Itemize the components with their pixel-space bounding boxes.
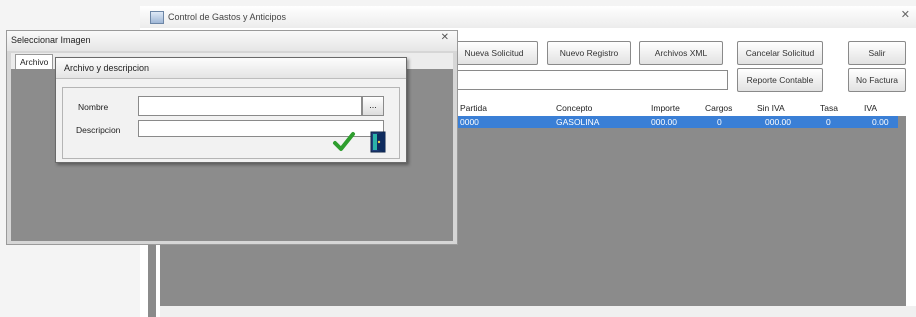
- grid-header: [458, 100, 906, 116]
- table-cell: 0: [826, 117, 831, 127]
- nueva-solicitud-button[interactable]: Nueva Solicitud: [450, 41, 538, 65]
- column-header[interactable]: Concepto: [556, 103, 593, 113]
- dialog-title-bar: Archivo y descripcion: [56, 58, 406, 79]
- table-cell: 0: [717, 117, 722, 127]
- file-description-dialog: Archivo y descripcion Nombre ... Descrip…: [55, 57, 407, 163]
- select-image-title-bar: Seleccionar Imagen ✕: [7, 31, 457, 51]
- exit-button[interactable]: [368, 130, 390, 154]
- no-factura-button[interactable]: No Factura: [848, 68, 906, 92]
- archivos-xml-button[interactable]: Archivos XML: [639, 41, 723, 65]
- reporte-contable-button[interactable]: Reporte Contable: [737, 68, 823, 92]
- column-header[interactable]: IVA: [864, 103, 878, 113]
- app-icon: [150, 11, 164, 24]
- main-title: Control de Gastos y Anticipos: [168, 12, 287, 22]
- nombre-field[interactable]: [138, 96, 362, 116]
- column-header[interactable]: Sin IVA: [757, 103, 785, 113]
- exit-door-icon: [370, 131, 386, 153]
- salir-button[interactable]: Salir: [848, 41, 906, 65]
- status-bar: [160, 306, 916, 317]
- nombre-label: Nombre: [78, 102, 109, 112]
- column-header[interactable]: Tasa: [820, 103, 838, 113]
- table-row[interactable]: [458, 116, 898, 128]
- select-image-title: Seleccionar Imagen: [11, 35, 91, 45]
- main-title-bar: Control de Gastos y Anticipos ✕: [140, 6, 916, 29]
- close-icon[interactable]: ✕: [901, 8, 910, 21]
- dialog-title: Archivo y descripcion: [64, 63, 150, 73]
- cancelar-solicitud-button[interactable]: Cancelar Solicitud: [737, 41, 823, 65]
- browse-button[interactable]: ...: [362, 96, 384, 116]
- nuevo-registro-button[interactable]: Nuevo Registro: [547, 41, 631, 65]
- table-cell: 000.00: [651, 117, 677, 127]
- data-grid[interactable]: [458, 100, 906, 306]
- search-field[interactable]: [450, 70, 728, 90]
- column-header[interactable]: Importe: [651, 103, 680, 113]
- descripcion-label: Descripcion: [76, 125, 121, 135]
- close-icon[interactable]: ✕: [441, 32, 449, 43]
- table-cell: 0.00: [872, 117, 889, 127]
- table-cell: 0000: [460, 117, 479, 127]
- column-header[interactable]: Cargos: [705, 103, 733, 113]
- checkmark-icon: [333, 132, 355, 151]
- column-header[interactable]: Partida: [460, 103, 487, 113]
- tab-archivo[interactable]: Archivo: [15, 54, 54, 69]
- table-cell: 000.00: [765, 117, 791, 127]
- accept-button[interactable]: [332, 130, 356, 154]
- table-cell: GASOLINA: [556, 117, 600, 127]
